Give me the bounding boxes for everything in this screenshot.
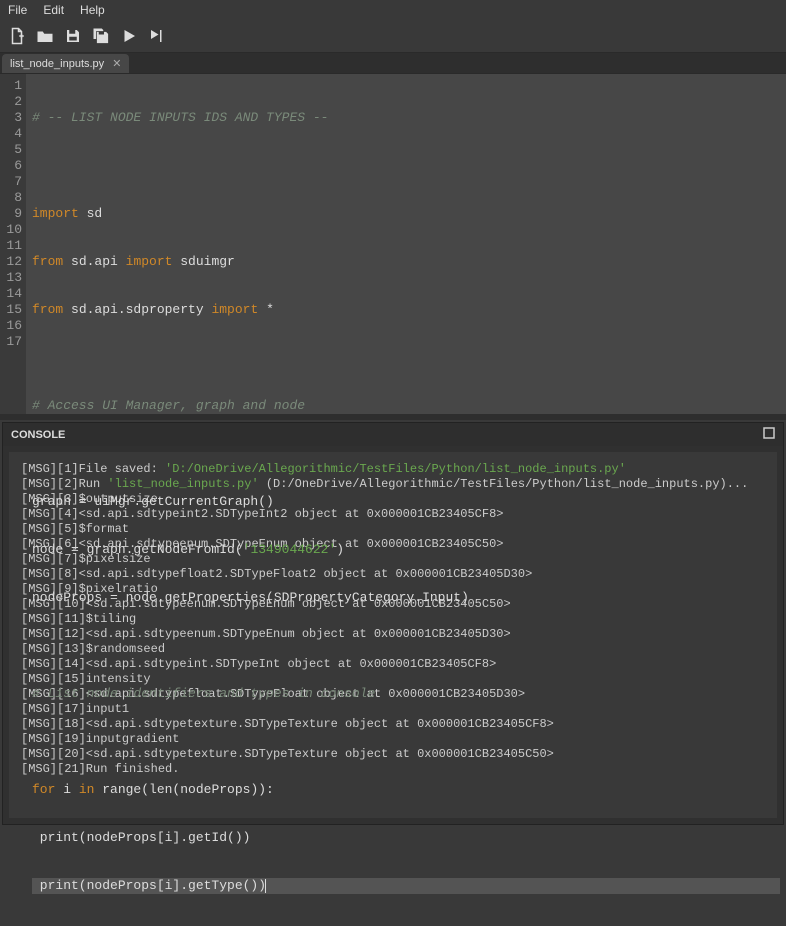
line-number: 8 xyxy=(2,190,22,206)
line-number: 16 xyxy=(2,318,22,334)
save-icon[interactable] xyxy=(64,27,82,45)
run-icon[interactable] xyxy=(120,27,138,45)
open-folder-icon[interactable] xyxy=(36,27,54,45)
line-number: 3 xyxy=(2,110,22,126)
toolbar xyxy=(0,20,786,52)
line-number: 13 xyxy=(2,270,22,286)
line-gutter: 1234567891011121314151617 xyxy=(0,74,26,414)
menubar: File Edit Help xyxy=(0,0,786,20)
code-text: i xyxy=(55,782,78,797)
code-text: range(len(nodeProps)): xyxy=(94,782,273,797)
code-text: # Access UI Manager, graph and node xyxy=(32,398,305,413)
line-number: 14 xyxy=(2,286,22,302)
line-number: 6 xyxy=(2,158,22,174)
code-text: nodeProps = node.getProperties(SDPropert… xyxy=(32,590,469,605)
code-text: from xyxy=(32,254,63,269)
code-text: # List node identifiers and types in con… xyxy=(32,686,375,701)
code-text: * xyxy=(258,302,274,317)
code-text: import xyxy=(126,254,173,269)
menu-help[interactable]: Help xyxy=(80,3,105,17)
code-text: print(nodeProps[i].getType()) xyxy=(32,878,266,893)
code-text: # -- LIST NODE INPUTS IDS AND TYPES -- xyxy=(32,110,328,125)
save-all-icon[interactable] xyxy=(92,27,110,45)
code-text: '1349044622' xyxy=(243,542,337,557)
code-text: ) xyxy=(336,542,344,557)
line-number: 12 xyxy=(2,254,22,270)
code-editor[interactable]: 1234567891011121314151617 # -- LIST NODE… xyxy=(0,74,786,414)
code-text: sd xyxy=(79,206,102,221)
line-number: 1 xyxy=(2,78,22,94)
tab-close-icon[interactable]: ✕ xyxy=(112,57,121,70)
code-text: for xyxy=(32,782,55,797)
text-caret xyxy=(265,879,266,893)
code-text: graph = uiMgr.getCurrentGraph() xyxy=(32,494,274,509)
file-tab[interactable]: list_node_inputs.py ✕ xyxy=(2,54,129,73)
code-text: print(nodeProps[i].getId()) xyxy=(32,830,250,845)
code-text: sduimgr xyxy=(172,254,234,269)
tab-label: list_node_inputs.py xyxy=(10,58,104,70)
line-number: 4 xyxy=(2,126,22,142)
line-number: 17 xyxy=(2,334,22,350)
tabbar: list_node_inputs.py ✕ xyxy=(0,52,786,74)
line-number: 5 xyxy=(2,142,22,158)
line-number: 11 xyxy=(2,238,22,254)
line-number: 15 xyxy=(2,302,22,318)
code-text: node = graph.getNodeFromId( xyxy=(32,542,243,557)
code-text: import xyxy=(32,206,79,221)
code-area[interactable]: # -- LIST NODE INPUTS IDS AND TYPES -- i… xyxy=(26,74,786,414)
code-text: in xyxy=(79,782,95,797)
line-number: 10 xyxy=(2,222,22,238)
menu-edit[interactable]: Edit xyxy=(43,3,64,17)
new-file-icon[interactable] xyxy=(8,27,26,45)
menu-file[interactable]: File xyxy=(8,3,27,17)
code-text: import xyxy=(211,302,258,317)
code-text: from xyxy=(32,302,63,317)
code-text: sd.api xyxy=(63,254,125,269)
line-number: 7 xyxy=(2,174,22,190)
line-number: 9 xyxy=(2,206,22,222)
code-text: sd.api.sdproperty xyxy=(63,302,211,317)
run-main-icon[interactable] xyxy=(148,27,166,45)
line-number: 2 xyxy=(2,94,22,110)
